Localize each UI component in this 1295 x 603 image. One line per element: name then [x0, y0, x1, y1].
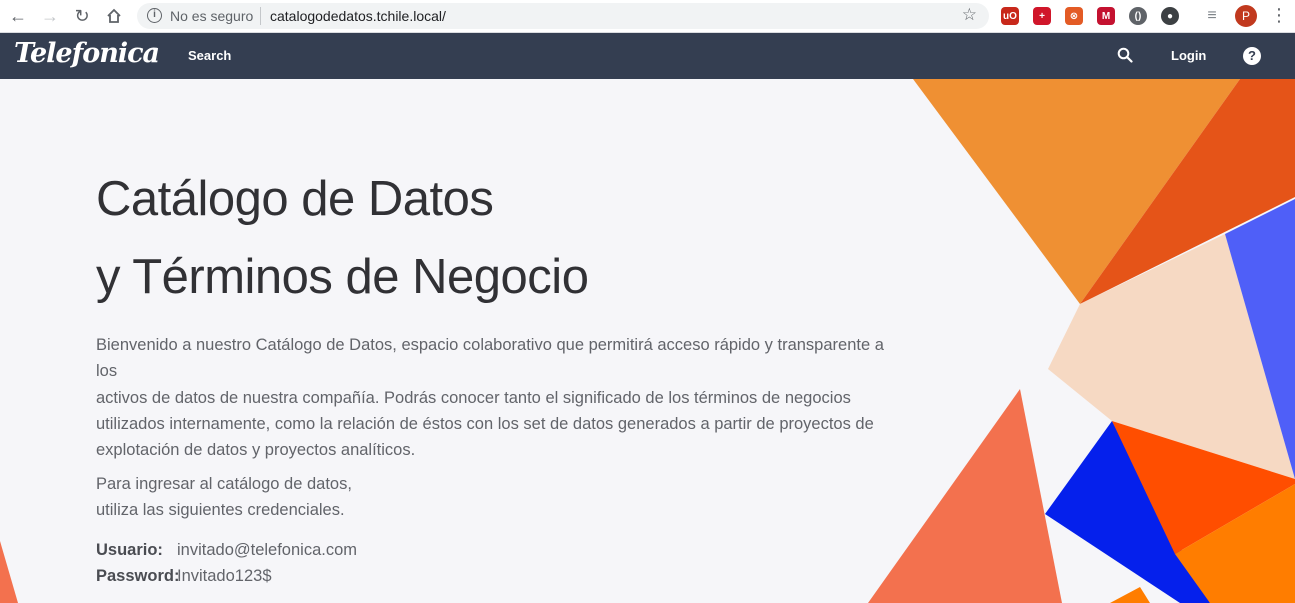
credentials-intro-line: utiliza las siguientes credenciales.: [96, 501, 345, 520]
username-value: invitado@telefonica.com: [177, 541, 358, 559]
orange-circle-icon[interactable]: ⊗: [1065, 7, 1083, 25]
dark-circle-icon[interactable]: ●: [1161, 7, 1179, 25]
mcafee-icon[interactable]: M: [1097, 7, 1115, 25]
help-icon[interactable]: ?: [1243, 47, 1261, 65]
browser-toolbar: ← → ↻ i No es seguro catalogodedatos.tch…: [0, 0, 1295, 33]
intro-line: Bienvenido a nuestro Catálogo de Datos, …: [96, 336, 884, 381]
shield-plus-icon[interactable]: +: [1033, 7, 1051, 25]
search-icon[interactable]: [1117, 47, 1133, 63]
credentials-intro: Para ingresar al catálogo de datos, util…: [96, 471, 352, 524]
page-title-line1: Catálogo de Datos: [96, 172, 494, 226]
username-label: Usuario:: [96, 541, 163, 559]
app-header: Telefonica Search Login ?: [0, 33, 1295, 79]
intro-line: explotación de datos y proyectos analíti…: [96, 441, 416, 460]
password-row: Password: Invitado123$: [96, 567, 272, 586]
intro-paragraph: Bienvenido a nuestro Catálogo de Datos, …: [96, 332, 906, 463]
orange-sliver: [1110, 587, 1150, 603]
telefonica-logo[interactable]: Telefonica: [14, 38, 160, 69]
address-bar[interactable]: i No es seguro catalogodedatos.tchile.lo…: [137, 3, 989, 29]
intro-line: utilizados internamente, como la relació…: [96, 414, 874, 433]
back-icon[interactable]: ←: [5, 4, 31, 28]
info-icon[interactable]: i: [147, 8, 162, 23]
password-label: Password:: [96, 567, 180, 585]
hero-section: Catálogo de Datos y Términos de Negocio …: [0, 79, 1295, 603]
reload-icon[interactable]: ↻: [69, 4, 95, 28]
url-text[interactable]: catalogodedatos.tchile.local/: [270, 8, 446, 24]
reading-list-icon[interactable]: ≡: [1203, 7, 1221, 25]
omnibox-divider: [260, 7, 261, 25]
code-icon[interactable]: (): [1129, 7, 1147, 25]
left-edge-triangle: [0, 541, 18, 603]
profile-avatar[interactable]: P: [1235, 5, 1257, 27]
intro-line: activos de datos de nuestra compañía. Po…: [96, 388, 851, 407]
nav-search-link[interactable]: Search: [188, 48, 231, 63]
home-icon[interactable]: [101, 4, 127, 28]
page-title-line2: y Términos de Negocio: [96, 250, 589, 304]
password-value: Invitado123$: [177, 567, 272, 585]
not-secure-label: No es seguro: [170, 8, 254, 24]
ublock-icon[interactable]: uO: [1001, 7, 1019, 25]
forward-icon[interactable]: →: [37, 4, 63, 28]
browser-menu-icon[interactable]: ⋮: [1270, 5, 1288, 26]
username-row: Usuario: invitado@telefonica.com: [96, 541, 357, 560]
login-link[interactable]: Login: [1171, 48, 1206, 63]
credentials-intro-line: Para ingresar al catálogo de datos,: [96, 475, 352, 493]
bookmark-star-icon[interactable]: ☆: [962, 5, 977, 25]
